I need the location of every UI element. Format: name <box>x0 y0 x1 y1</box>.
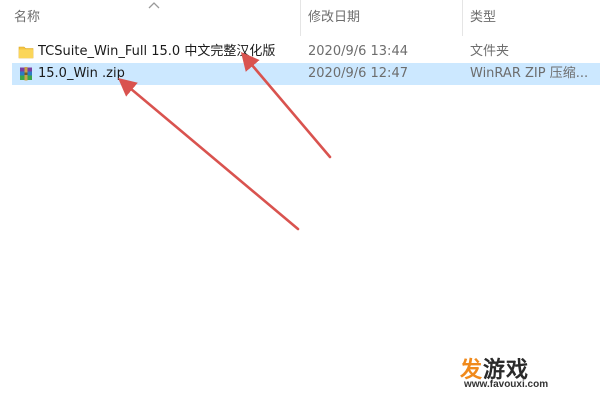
watermark-url: www.favouxi.com <box>464 379 549 390</box>
file-type: WinRAR ZIP 压缩... <box>470 66 589 81</box>
file-type: 文件夹 <box>470 44 510 59</box>
file-modified-date: 2020/9/6 12:47 <box>308 66 408 81</box>
column-divider[interactable] <box>300 0 301 36</box>
watermark-logo: 发游戏 www.favouxi.com <box>430 352 590 392</box>
file-row-folder[interactable]: TCSuite_Win_Full 15.0 中文完整汉化版 2020/9/6 1… <box>12 41 600 63</box>
column-header-modified[interactable]: 修改日期 <box>308 9 360 27</box>
column-header-bar: 名称 修改日期 类型 <box>0 0 600 36</box>
file-name: 15.0_Win .zip <box>38 66 125 81</box>
folder-icon <box>18 46 34 59</box>
file-name: TCSuite_Win_Full 15.0 中文完整汉化版 <box>38 44 276 59</box>
column-header-name[interactable]: 名称 <box>14 9 40 27</box>
column-divider[interactable] <box>462 0 463 36</box>
file-modified-date: 2020/9/6 13:44 <box>308 44 408 59</box>
sort-ascending-icon <box>148 2 160 9</box>
column-header-type[interactable]: 类型 <box>470 9 496 27</box>
file-row-zip[interactable]: 15.0_Win .zip 2020/9/6 12:47 WinRAR ZIP … <box>12 63 600 85</box>
annotation-arrow <box>118 77 300 231</box>
winrar-archive-icon <box>20 67 32 81</box>
